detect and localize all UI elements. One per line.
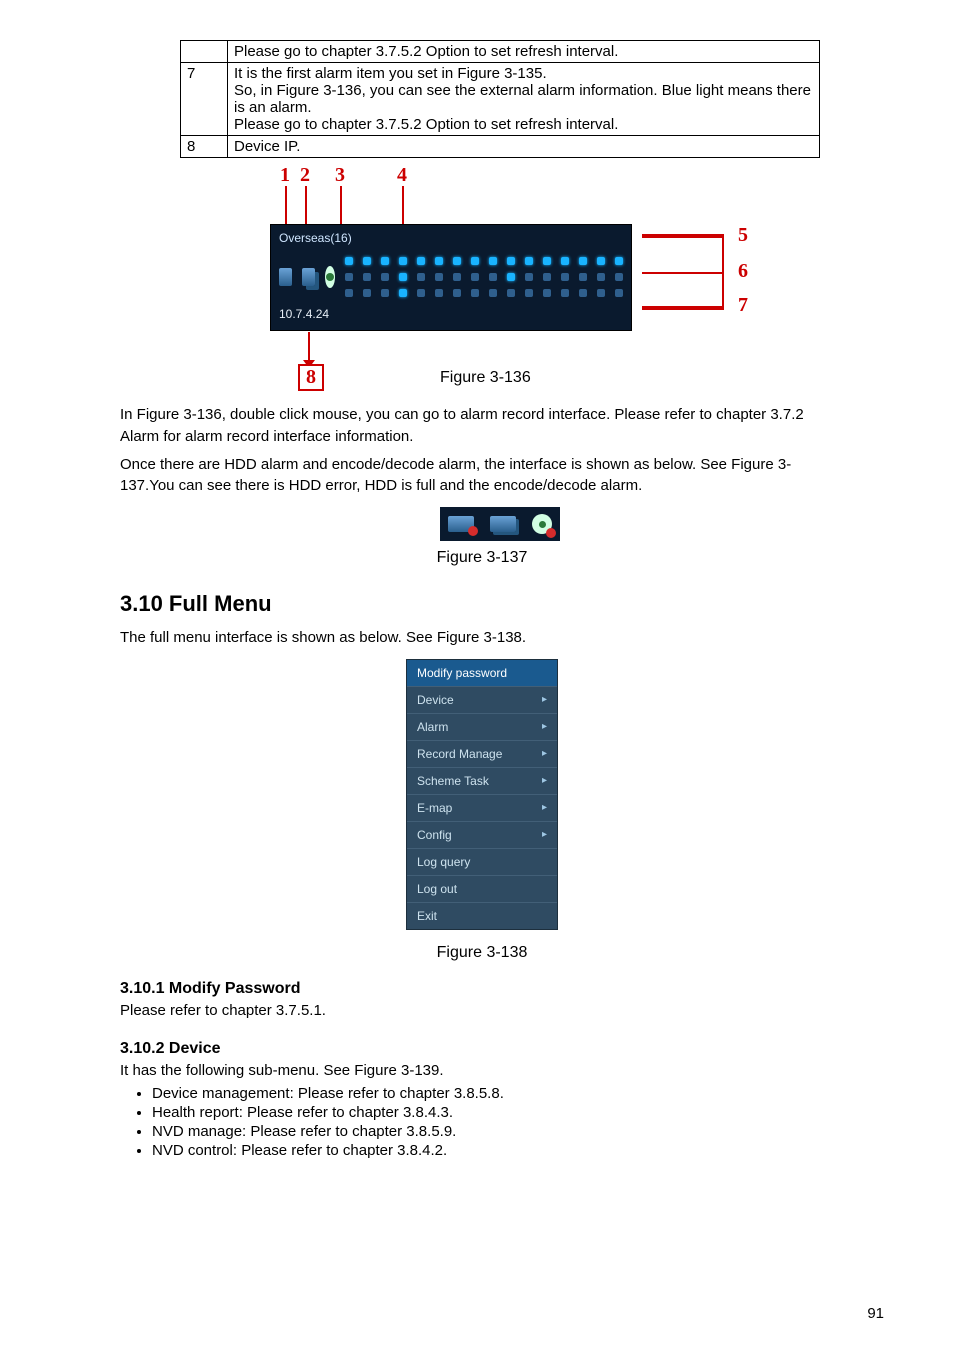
device-panel: Overseas(16) 10.7.4.24	[270, 224, 632, 331]
menu-item-exit[interactable]: Exit	[407, 903, 557, 929]
menu-item-log-query[interactable]: Log query	[407, 849, 557, 876]
figure-caption: Figure 3-138	[120, 944, 844, 962]
chevron-right-icon: ▸	[542, 694, 547, 705]
device-submenu-list: Device management: Please refer to chapt…	[120, 1085, 844, 1159]
hdd-icon	[279, 268, 292, 286]
menu-item-label: Scheme Task	[417, 774, 489, 788]
figure-caption: Figure 3-136	[440, 369, 531, 387]
callout-arrow	[285, 186, 287, 226]
menu-item-log-out[interactable]: Log out	[407, 876, 557, 903]
list-item: NVD control: Please refer to chapter 3.8…	[152, 1142, 844, 1159]
paragraph: Please refer to chapter 3.7.5.1.	[120, 1000, 844, 1022]
heading-full-menu: 3.10 Full Menu	[120, 591, 844, 617]
paragraph: In Figure 3-136, double click mouse, you…	[120, 404, 844, 448]
list-item: Device management: Please refer to chapt…	[152, 1085, 844, 1102]
row-text: It is the first alarm item you set in Fi…	[228, 63, 820, 136]
callout-8: 8	[298, 364, 324, 391]
hdd-stack-icon	[302, 268, 315, 286]
device-name: Overseas(16)	[271, 225, 631, 245]
callout-5: 5	[738, 224, 748, 247]
hdd-full-icon	[490, 516, 516, 532]
menu-item-label: Log query	[417, 855, 470, 869]
encode-error-icon	[532, 514, 552, 534]
callout-3: 3	[335, 164, 345, 187]
figure-caption: Figure 3-137	[120, 549, 844, 567]
encode-icon	[325, 266, 335, 288]
figure-3-138: Modify password Device ▸ Alarm ▸ Record Ma…	[120, 659, 844, 930]
menu-item-config[interactable]: Config ▸	[407, 822, 557, 849]
row-text: Device IP.	[228, 136, 820, 158]
menu-item-label: Log out	[417, 882, 457, 896]
chevron-right-icon: ▸	[542, 802, 547, 813]
chevron-right-icon: ▸	[542, 775, 547, 786]
device-ip: 10.7.4.24	[271, 305, 631, 327]
menu-item-label: Config	[417, 828, 452, 842]
paragraph: It has the following sub-menu. See Figur…	[120, 1060, 844, 1082]
menu-item-label: Record Manage	[417, 747, 502, 761]
hdd-error-icon	[448, 516, 474, 532]
menu-item-label: E-map	[417, 801, 452, 815]
full-menu-panel: Modify password Device ▸ Alarm ▸ Record Ma…	[406, 659, 558, 930]
alarm-dot-matrix	[345, 257, 623, 297]
chevron-right-icon: ▸	[542, 748, 547, 759]
figure-3-137	[180, 507, 820, 541]
callout-1: 1	[280, 164, 290, 187]
paragraph: Once there are HDD alarm and encode/deco…	[120, 454, 844, 498]
chevron-right-icon: ▸	[542, 721, 547, 732]
callout-2: 2	[300, 164, 310, 187]
callout-bracket: 5 6 7	[642, 234, 724, 310]
list-item: Health report: Please refer to chapter 3…	[152, 1104, 844, 1121]
list-item: NVD manage: Please refer to chapter 3.8.…	[152, 1123, 844, 1140]
menu-item-alarm[interactable]: Alarm ▸	[407, 714, 557, 741]
menu-item-label: Alarm	[417, 720, 448, 734]
callout-6: 6	[738, 260, 748, 283]
row-sn: 8	[181, 136, 228, 158]
row-sn	[181, 41, 228, 63]
callout-7: 7	[738, 294, 748, 317]
menu-item-label: Modify password	[417, 666, 507, 680]
row-sn: 7	[181, 63, 228, 136]
menu-item-modify-password[interactable]: Modify password	[407, 660, 557, 687]
menu-item-device[interactable]: Device ▸	[407, 687, 557, 714]
menu-item-record-manage[interactable]: Record Manage ▸	[407, 741, 557, 768]
menu-item-label: Device	[417, 693, 454, 707]
chevron-right-icon: ▸	[542, 829, 547, 840]
alarm-table: Please go to chapter 3.7.5.2 Option to s…	[180, 40, 820, 158]
menu-item-label: Exit	[417, 909, 437, 923]
paragraph: The full menu interface is shown as belo…	[120, 627, 844, 649]
callout-arrow	[308, 332, 310, 360]
menu-item-emap[interactable]: E-map ▸	[407, 795, 557, 822]
menu-item-scheme-task[interactable]: Scheme Task ▸	[407, 768, 557, 795]
row-text: Please go to chapter 3.7.5.2 Option to s…	[228, 41, 820, 63]
page-number: 91	[867, 1305, 884, 1322]
figure-3-136: 1 2 3 4 Overseas(16) 10.7.4.24	[180, 164, 820, 394]
callout-4: 4	[397, 164, 407, 187]
heading-modify-password: 3.10.1 Modify Password	[120, 980, 844, 998]
heading-device: 3.10.2 Device	[120, 1040, 844, 1058]
